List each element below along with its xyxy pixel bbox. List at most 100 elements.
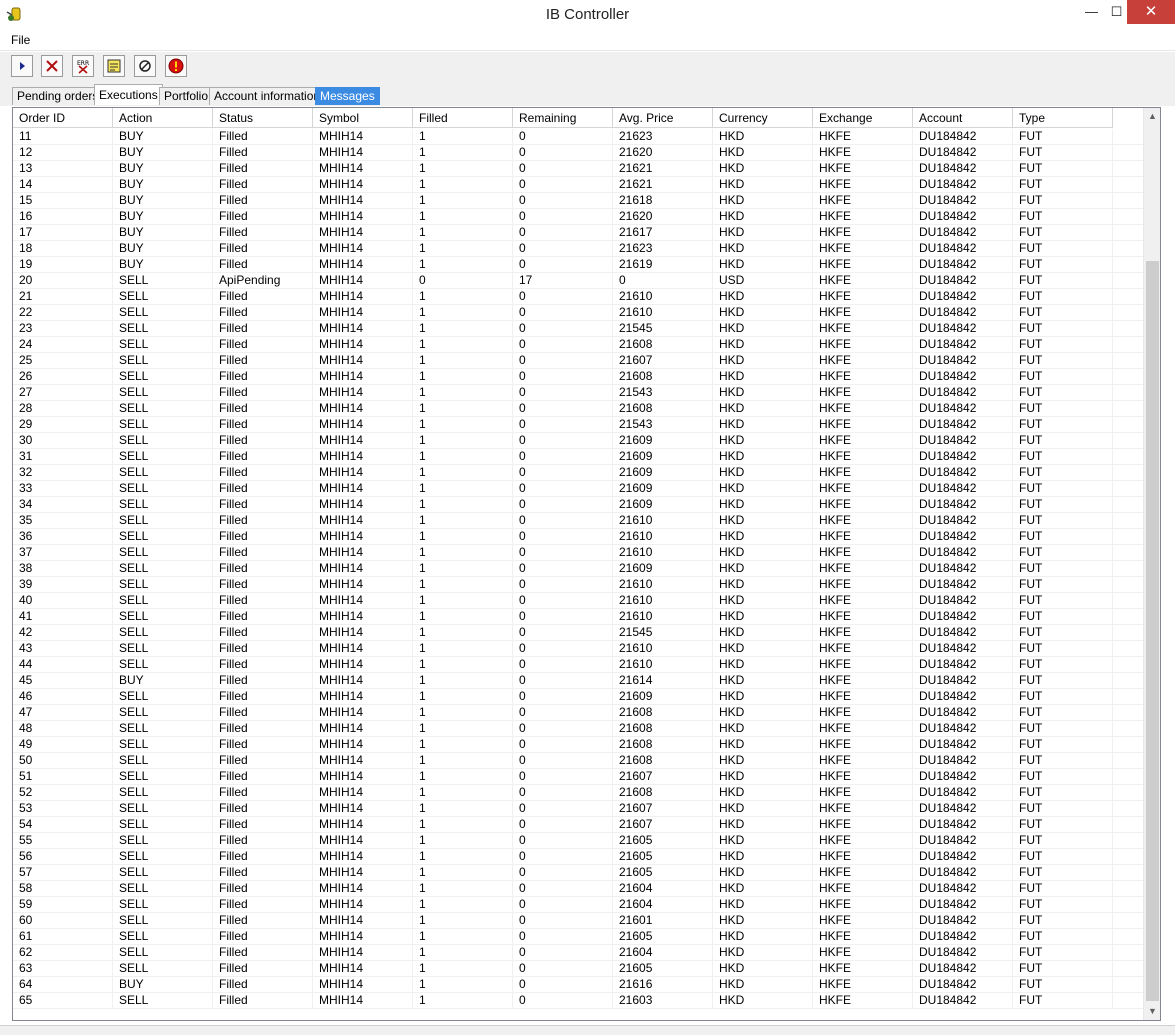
table-row[interactable]: 64 BUY Filled MHIH14 1 0 21616 HKD HKFE DU184842 F… (13, 977, 1143, 993)
table-row[interactable]: 19 BUY Filled MHIH14 1 0 21619 HKD HKFE DU184842 F… (13, 257, 1143, 273)
table-row[interactable]: 41 SELL Filled MHIH14 1 0 21610 HKD HKFE DU184842… (13, 609, 1143, 625)
table-row[interactable]: 11 BUY Filled MHIH14 1 0 21623 HKD HKFE DU184842 F… (13, 129, 1143, 145)
table-row[interactable]: 60 SELL Filled MHIH14 1 0 21601 HKD HKFE DU184842… (13, 913, 1143, 929)
table-row[interactable]: 21 SELL Filled MHIH14 1 0 21610 HKD HKFE DU184842… (13, 289, 1143, 305)
table-row[interactable]: 23 SELL Filled MHIH14 1 0 21545 HKD HKFE DU184842… (13, 321, 1143, 337)
table-row[interactable]: 22 SELL Filled MHIH14 1 0 21610 HKD HKFE DU184842… (13, 305, 1143, 321)
table-row[interactable]: 46 SELL Filled MHIH14 1 0 21609 HKD HKFE DU184842… (13, 689, 1143, 705)
table-row[interactable]: 27 SELL Filled MHIH14 1 0 21543 HKD HKFE DU184842… (13, 385, 1143, 401)
table-row[interactable]: 17 BUY Filled MHIH14 1 0 21617 HKD HKFE DU184842 F… (13, 225, 1143, 241)
table-row[interactable]: 49 SELL Filled MHIH14 1 0 21608 HKD HKFE DU184842… (13, 737, 1143, 753)
column-header-filled[interactable]: Filled (413, 108, 513, 128)
column-header-avg-price[interactable]: Avg. Price (613, 108, 713, 128)
column-header-order-id[interactable]: Order ID (13, 108, 113, 128)
cell-account: DU184842 (913, 929, 1013, 945)
table-row[interactable]: 62 SELL Filled MHIH14 1 0 21604 HKD HKFE DU184842… (13, 945, 1143, 961)
table-row[interactable]: 31 SELL Filled MHIH14 1 0 21609 HKD HKFE DU184842… (13, 449, 1143, 465)
column-header-currency[interactable]: Currency (713, 108, 813, 128)
table-row[interactable]: 53 SELL Filled MHIH14 1 0 21607 HKD HKFE DU184842… (13, 801, 1143, 817)
link-button[interactable] (134, 55, 156, 77)
table-row[interactable]: 50 SELL Filled MHIH14 1 0 21608 HKD HKFE DU184842… (13, 753, 1143, 769)
table-row[interactable]: 14 BUY Filled MHIH14 1 0 21621 HKD HKFE DU184842 F… (13, 177, 1143, 193)
table-row[interactable]: 26 SELL Filled MHIH14 1 0 21608 HKD HKFE DU184842… (13, 369, 1143, 385)
cell-exchange: HKFE (813, 177, 913, 193)
column-header-account[interactable]: Account (913, 108, 1013, 128)
cell-currency: HKD (713, 353, 813, 369)
table-row[interactable]: 32 SELL Filled MHIH14 1 0 21609 HKD HKFE DU184842… (13, 465, 1143, 481)
cell-status: Filled (213, 833, 313, 849)
table-row[interactable]: 40 SELL Filled MHIH14 1 0 21610 HKD HKFE DU184842… (13, 593, 1143, 609)
tab-messages[interactable]: Messages (315, 87, 380, 105)
table-row[interactable]: 25 SELL Filled MHIH14 1 0 21607 HKD HKFE DU184842… (13, 353, 1143, 369)
table-row[interactable]: 35 SELL Filled MHIH14 1 0 21610 HKD HKFE DU184842… (13, 513, 1143, 529)
cell-symbol: MHIH14 (313, 177, 413, 193)
table-row[interactable]: 63 SELL Filled MHIH14 1 0 21605 HKD HKFE DU184842… (13, 961, 1143, 977)
table-row[interactable]: 59 SELL Filled MHIH14 1 0 21604 HKD HKFE DU184842… (13, 897, 1143, 913)
table-row[interactable]: 57 SELL Filled MHIH14 1 0 21605 HKD HKFE DU184842… (13, 865, 1143, 881)
table-row[interactable]: 65 SELL Filled MHIH14 1 0 21603 HKD HKFE DU184842… (13, 993, 1143, 1009)
menu-file[interactable]: File (11, 33, 30, 47)
column-header-exchange[interactable]: Exchange (813, 108, 913, 128)
cell-type: FUT (1013, 273, 1113, 289)
table-row[interactable]: 48 SELL Filled MHIH14 1 0 21608 HKD HKFE DU184842… (13, 721, 1143, 737)
cancel-button[interactable] (41, 55, 63, 77)
table-row[interactable]: 13 BUY Filled MHIH14 1 0 21621 HKD HKFE DU184842 F… (13, 161, 1143, 177)
table-row[interactable]: 36 SELL Filled MHIH14 1 0 21610 HKD HKFE DU184842… (13, 529, 1143, 545)
cell-symbol: MHIH14 (313, 513, 413, 529)
table-row[interactable]: 24 SELL Filled MHIH14 1 0 21608 HKD HKFE DU184842… (13, 337, 1143, 353)
title-bar: IB Controller — ☐ ✕ (0, 0, 1175, 30)
table-row[interactable]: 55 SELL Filled MHIH14 1 0 21605 HKD HKFE DU184842… (13, 833, 1143, 849)
cell-remaining: 17 (513, 273, 613, 289)
table-row[interactable]: 47 SELL Filled MHIH14 1 0 21608 HKD HKFE DU184842… (13, 705, 1143, 721)
column-header-remaining[interactable]: Remaining (513, 108, 613, 128)
table-row[interactable]: 12 BUY Filled MHIH14 1 0 21620 HKD HKFE DU184842 F… (13, 145, 1143, 161)
scroll-up-button[interactable]: ▲ (1144, 108, 1160, 125)
clear-errors-button[interactable]: ERR (72, 55, 94, 77)
table-row[interactable]: 39 SELL Filled MHIH14 1 0 21610 HKD HKFE DU184842… (13, 577, 1143, 593)
tab-account-information[interactable]: Account information (209, 87, 326, 105)
table-row[interactable]: 30 SELL Filled MHIH14 1 0 21609 HKD HKFE DU184842… (13, 433, 1143, 449)
column-header-status[interactable]: Status (213, 108, 313, 128)
executions-table[interactable]: Order ID Action Status Symbol Filled Remainin… (12, 107, 1161, 1021)
table-row[interactable]: 37 SELL Filled MHIH14 1 0 21610 HKD HKFE DU184842… (13, 545, 1143, 561)
alert-button[interactable] (165, 55, 187, 77)
column-header-type[interactable]: Type (1013, 108, 1113, 128)
table-row[interactable]: 28 SELL Filled MHIH14 1 0 21608 HKD HKFE DU184842… (13, 401, 1143, 417)
cell-exchange: HKFE (813, 769, 913, 785)
table-row[interactable]: 15 BUY Filled MHIH14 1 0 21618 HKD HKFE DU184842 F… (13, 193, 1143, 209)
cell-action: SELL (113, 865, 213, 881)
table-row[interactable]: 33 SELL Filled MHIH14 1 0 21609 HKD HKFE DU184842… (13, 481, 1143, 497)
table-row[interactable]: 61 SELL Filled MHIH14 1 0 21605 HKD HKFE DU184842… (13, 929, 1143, 945)
table-row[interactable]: 16 BUY Filled MHIH14 1 0 21620 HKD HKFE DU184842 F… (13, 209, 1143, 225)
table-row[interactable]: 52 SELL Filled MHIH14 1 0 21608 HKD HKFE DU184842… (13, 785, 1143, 801)
table-row[interactable]: 20 SELL ApiPending MHIH14 0 17 0 USD HKFE DU18484… (13, 273, 1143, 289)
table-row[interactable]: 56 SELL Filled MHIH14 1 0 21605 HKD HKFE DU184842… (13, 849, 1143, 865)
table-row[interactable]: 54 SELL Filled MHIH14 1 0 21607 HKD HKFE DU184842… (13, 817, 1143, 833)
tab-pending-orders[interactable]: Pending orders (12, 87, 104, 105)
scroll-down-button[interactable]: ▼ (1144, 1003, 1160, 1020)
column-header-symbol[interactable]: Symbol (313, 108, 413, 128)
table-row[interactable]: 43 SELL Filled MHIH14 1 0 21610 HKD HKFE DU184842… (13, 641, 1143, 657)
table-row[interactable]: 42 SELL Filled MHIH14 1 0 21545 HKD HKFE DU184842… (13, 625, 1143, 641)
cell-account: DU184842 (913, 865, 1013, 881)
cell-order-id: 64 (13, 977, 113, 993)
cell-action: SELL (113, 449, 213, 465)
table-row[interactable]: 38 SELL Filled MHIH14 1 0 21609 HKD HKFE DU184842… (13, 561, 1143, 577)
cell-filled: 1 (413, 961, 513, 977)
column-header-action[interactable]: Action (113, 108, 213, 128)
table-row[interactable]: 51 SELL Filled MHIH14 1 0 21607 HKD HKFE DU184842… (13, 769, 1143, 785)
tab-executions[interactable]: Executions (94, 84, 163, 105)
table-row[interactable]: 18 BUY Filled MHIH14 1 0 21623 HKD HKFE DU184842 F… (13, 241, 1143, 257)
table-row[interactable]: 29 SELL Filled MHIH14 1 0 21543 HKD HKFE DU184842… (13, 417, 1143, 433)
cell-filled: 1 (413, 993, 513, 1009)
table-row[interactable]: 34 SELL Filled MHIH14 1 0 21609 HKD HKFE DU184842… (13, 497, 1143, 513)
table-row[interactable]: 45 BUY Filled MHIH14 1 0 21614 HKD HKFE DU184842 F… (13, 673, 1143, 689)
play-button[interactable] (11, 55, 33, 77)
table-row[interactable]: 44 SELL Filled MHIH14 1 0 21610 HKD HKFE DU184842… (13, 657, 1143, 673)
close-button[interactable]: ✕ (1127, 0, 1175, 24)
tab-portfolio[interactable]: Portfolio (159, 87, 214, 105)
scroll-thumb[interactable] (1146, 261, 1159, 1001)
notes-button[interactable] (103, 55, 125, 77)
table-row[interactable]: 58 SELL Filled MHIH14 1 0 21604 HKD HKFE DU184842… (13, 881, 1143, 897)
vertical-scrollbar[interactable]: ▲ ▼ (1143, 108, 1160, 1020)
